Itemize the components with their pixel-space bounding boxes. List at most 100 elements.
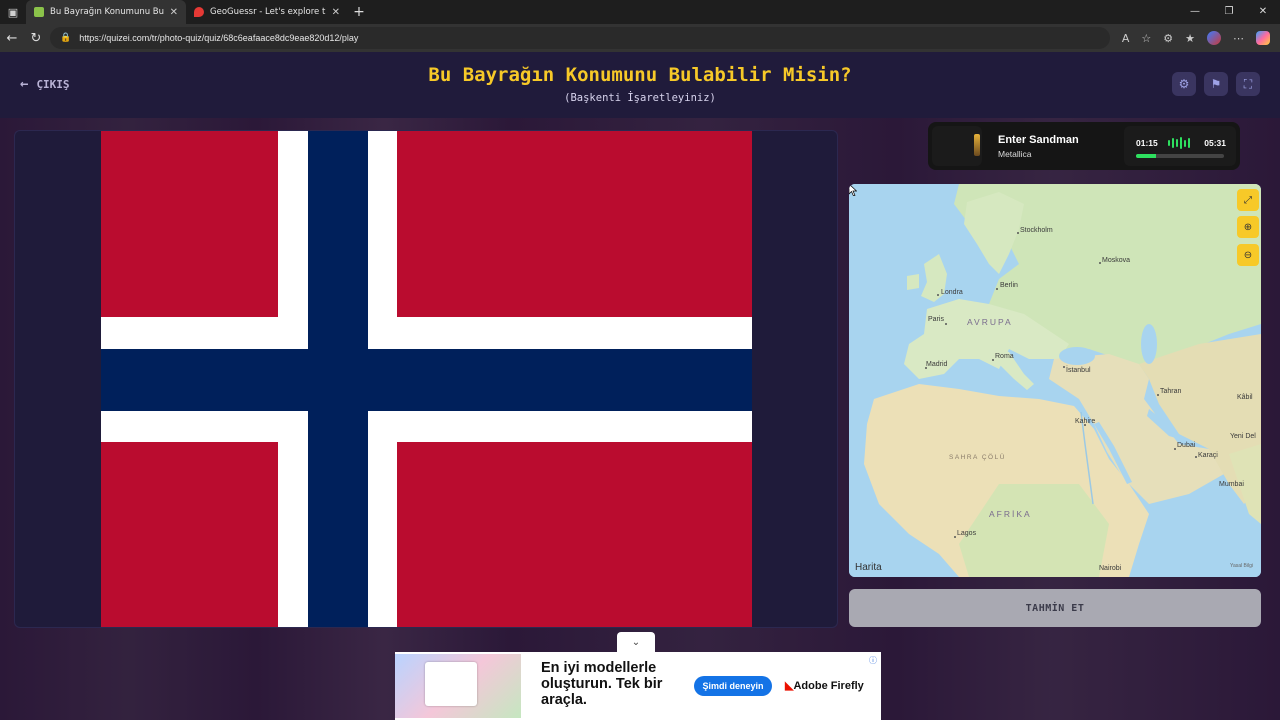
ad-image-panel (425, 662, 477, 706)
map-region-europe: AVRUPA (967, 317, 1013, 327)
fullscreen-icon: ⛶ (1243, 76, 1253, 91)
toolbar-actions: A ☆ ⚙ ★ ⋯ (1122, 24, 1270, 52)
city-kabil: Kâbil (1237, 394, 1253, 401)
city-stockholm: Stockholm (1020, 227, 1053, 234)
city-tahran: Tahran (1160, 388, 1182, 395)
zoom-in-icon: ⊕ (1243, 221, 1253, 233)
city-dot (992, 359, 994, 361)
city-dot (1174, 448, 1176, 450)
site-info-icon[interactable]: 🔒 (60, 33, 71, 43)
city-roma: Roma (995, 353, 1014, 360)
city-dot (945, 323, 947, 325)
map-legal-link[interactable]: Yasal Bilgi (1230, 563, 1253, 569)
zoom-out-icon: ⊖ (1243, 249, 1253, 261)
city-dot (1157, 394, 1159, 396)
album-art-edge (974, 134, 980, 156)
extensions-icon[interactable]: ⚙ (1163, 32, 1173, 45)
browser-tab-geoguessr[interactable]: GeoGuessr - Let's explore the wo ✕ (186, 0, 348, 24)
city-istanbul: İstanbul (1066, 367, 1091, 374)
report-button[interactable]: ⚑ (1204, 72, 1228, 96)
settings-button[interactable]: ⚙ (1172, 72, 1196, 96)
copilot-icon[interactable] (1256, 31, 1270, 45)
world-map[interactable]: AVRUPA SAHRA ÇÖLÜ AFRİKA Stockholm Mosko… (849, 184, 1261, 577)
total-time: 05:31 (1204, 138, 1226, 148)
city-lagos: Lagos (957, 530, 977, 537)
ad-brand: ◣Adobe Firefly (785, 679, 864, 692)
minimize-icon[interactable]: — (1178, 0, 1212, 24)
profile-avatar[interactable] (1207, 31, 1221, 45)
city-londra: Londra (941, 289, 963, 296)
favorite-star-icon[interactable]: ☆ (1141, 32, 1151, 45)
song-title: Enter Sandman (998, 134, 1079, 146)
city-dot (996, 288, 998, 290)
progress-bar[interactable] (1136, 154, 1224, 158)
chevron-down-icon: ⌄ (631, 636, 641, 648)
city-dot (937, 294, 939, 296)
map-zoom-out-button[interactable]: ⊖ (1237, 244, 1259, 266)
ad-banner[interactable]: En iyi modellerle oluşturun. Tek bir ara… (395, 652, 881, 720)
city-dot (1017, 232, 1019, 234)
flag-icon: ⚑ (1210, 77, 1222, 91)
close-tab-icon[interactable]: ✕ (170, 7, 178, 18)
read-aloud-icon[interactable]: A (1122, 32, 1130, 45)
city-dot (954, 536, 956, 538)
ad-brand-prefix: Adobe (793, 680, 828, 692)
city-nairobi: Nairobi (1099, 565, 1122, 572)
geoguessr-favicon-icon (194, 7, 204, 17)
music-widget[interactable]: Enter Sandman Metallica 01:15 05:31 (928, 122, 1240, 170)
tab-actions-icon[interactable]: ▣ (0, 0, 26, 24)
new-tab-icon[interactable]: + (348, 4, 370, 20)
city-yeni-delhi: Yeni Del (1230, 433, 1256, 440)
ad-image (395, 654, 521, 718)
current-time: 01:15 (1136, 138, 1158, 148)
map-canvas (849, 184, 1261, 577)
settings-icon: ⚙ (1178, 77, 1190, 91)
address-bar[interactable]: 🔒 https://quizei.com/tr/photo-quiz/quiz/… (50, 27, 1110, 49)
browser-tab-quiz[interactable]: Bu Bayrağın Konumunu Bulabilir M ✕ (26, 0, 186, 24)
equalizer-icon (1168, 137, 1190, 149)
ad-cta-button[interactable]: Şimdi deneyin (694, 676, 772, 696)
guess-button[interactable]: TAHMİN ET (849, 589, 1261, 627)
city-dot (1099, 262, 1101, 264)
refresh-icon[interactable]: ↻ (24, 31, 48, 46)
city-moskova: Moskova (1102, 257, 1131, 264)
page-subtitle: (Başkenti İşaretleyiniz) (564, 92, 716, 104)
map-region-africa: AFRİKA (989, 509, 1032, 519)
restore-icon[interactable]: ❐ (1212, 0, 1246, 24)
city-dot (1195, 456, 1197, 458)
city-kahire: Kahire (1075, 418, 1096, 425)
song-artist: Metallica (998, 149, 1032, 159)
map-zoom-in-button[interactable]: ⊕ (1237, 216, 1259, 238)
flag-image (101, 131, 752, 627)
quiz-page: ← ÇIKIŞ Bu Bayrağın Konumunu Bulabilir M… (0, 52, 1280, 720)
back-icon[interactable]: ← (0, 31, 24, 46)
player-controls: 01:15 05:31 (1124, 126, 1236, 166)
close-tab-icon[interactable]: ✕ (332, 7, 340, 18)
map-attribution: Harita (855, 562, 882, 573)
more-menu-icon[interactable]: ⋯ (1233, 32, 1244, 45)
city-karaci: Karaçi (1198, 452, 1218, 459)
map-expand-button[interactable]: ⤢ (1237, 189, 1259, 211)
quizei-favicon-icon (34, 7, 44, 17)
tab-title: GeoGuessr - Let's explore the wo (210, 7, 326, 17)
browser-tab-bar: ▣ Bu Bayrağın Konumunu Bulabilir M ✕ Geo… (0, 0, 1280, 24)
city-paris: Paris (928, 316, 944, 323)
city-dubai: Dubai (1177, 442, 1196, 449)
city-berlin: Berlin (1000, 282, 1018, 289)
close-window-icon[interactable]: ✕ (1246, 0, 1280, 24)
mouse-cursor-icon (849, 184, 857, 196)
browser-toolbar: ← ↻ 🔒 https://quizei.com/tr/photo-quiz/q… (0, 24, 1280, 52)
city-madrid: Madrid (926, 361, 948, 368)
map-attribution-text: Harita (855, 562, 882, 573)
window-controls: — ❐ ✕ (1178, 0, 1280, 24)
favorites-icon[interactable]: ★ (1185, 32, 1195, 45)
flag-card (14, 130, 838, 628)
ad-collapse-button[interactable]: ⌄ (617, 632, 655, 652)
city-mumbai: Mumbai (1219, 481, 1244, 488)
page-title: Bu Bayrağın Konumunu Bulabilir Misin? (428, 64, 852, 86)
fullscreen-button[interactable]: ⛶ (1236, 72, 1260, 96)
ad-headline: En iyi modellerle oluşturun. Tek bir ara… (541, 660, 663, 708)
ad-info-icon[interactable]: ⓘ (869, 655, 877, 666)
map-region-sahara: SAHRA ÇÖLÜ (949, 454, 1006, 461)
quiz-header: ← ÇIKIŞ Bu Bayrağın Konumunu Bulabilir M… (0, 52, 1280, 118)
